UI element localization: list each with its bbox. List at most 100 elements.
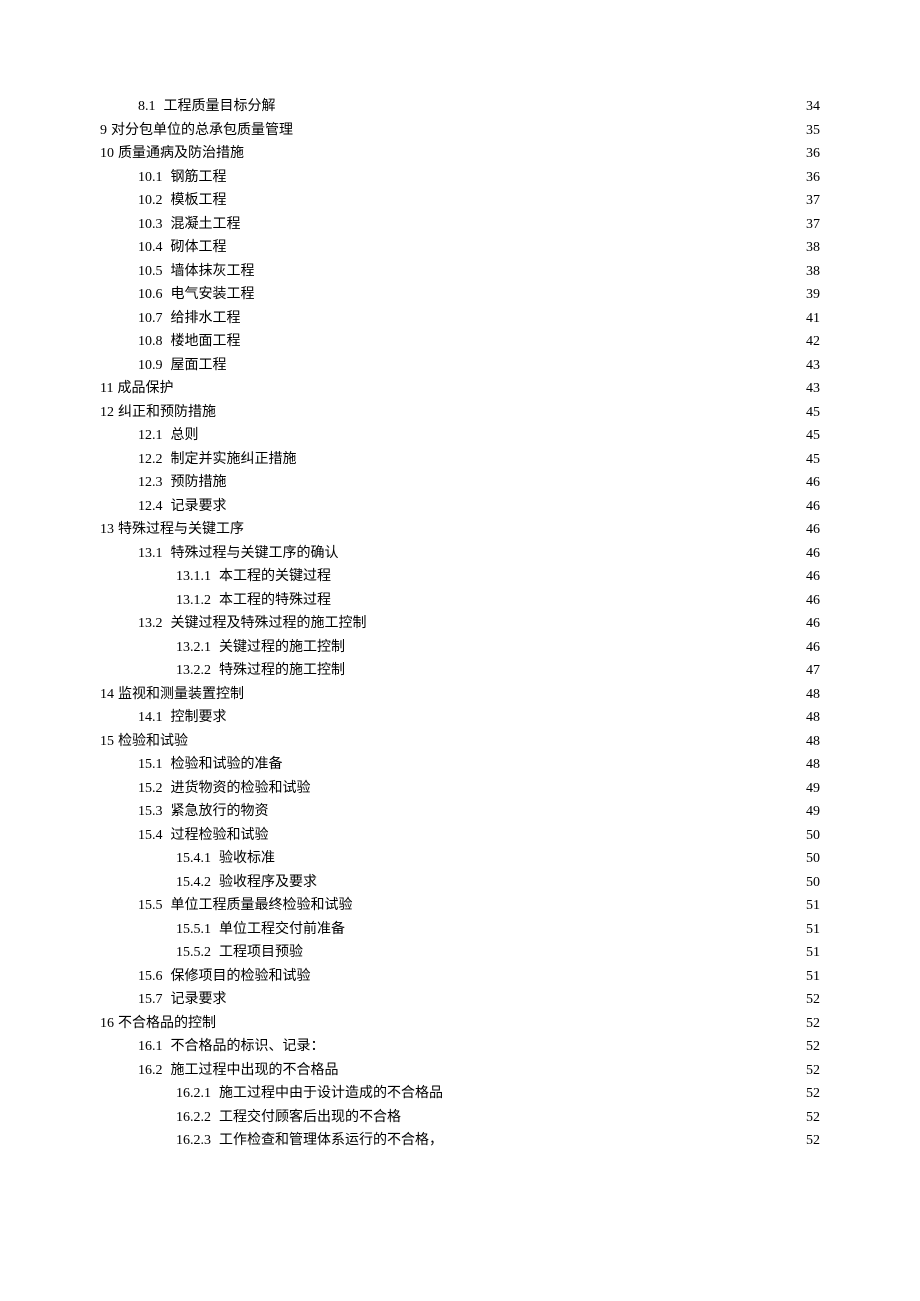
toc-entry-number: 10.4 bbox=[138, 236, 171, 260]
toc-entry-number: 10.1 bbox=[138, 166, 171, 190]
toc-entry-page: 45 bbox=[796, 401, 820, 425]
toc-entry-page: 52 bbox=[796, 1012, 820, 1036]
toc-entry-page: 51 bbox=[796, 918, 820, 942]
toc-entry-title: 纠正和预防措施 bbox=[118, 401, 216, 425]
toc-entry-title: 对分包单位的总承包质量管理 bbox=[111, 119, 293, 143]
toc-entry-number: 12.4 bbox=[138, 495, 171, 519]
toc-entry: 13.2.2特殊过程的施工控制47 bbox=[100, 659, 820, 683]
toc-entry-number: 11 bbox=[100, 377, 117, 401]
toc-entry-title: 墙体抹灰工程 bbox=[171, 260, 255, 284]
toc-entry: 13.2关键过程及特殊过程的施工控制 46 bbox=[100, 612, 820, 636]
toc-entry: 16.2.3工作检查和管理体系运行的不合格，52 bbox=[100, 1129, 820, 1153]
toc-entry-title: 预防措施 bbox=[171, 471, 227, 495]
toc-entry-number: 13 bbox=[100, 518, 118, 542]
toc-entry-title: 验收标准 bbox=[219, 847, 275, 871]
toc-entry-number: 15.5 bbox=[138, 894, 171, 918]
toc-entry-title: 关键过程的施工控制 bbox=[219, 636, 345, 660]
toc-entry-page: 49 bbox=[796, 800, 820, 824]
toc-entry: 10.5墙体抹灰工程38 bbox=[100, 260, 820, 284]
toc-entry-title: 楼地面工程 bbox=[171, 330, 241, 354]
toc-entry-number: 12.3 bbox=[138, 471, 171, 495]
toc-entry-title: 模板工程 bbox=[171, 189, 227, 213]
toc-entry: 15.6保修项目的检验和试验51 bbox=[100, 965, 820, 989]
toc-entry-title: 控制要求 bbox=[171, 706, 227, 730]
toc-entry-page: 52 bbox=[796, 1035, 820, 1059]
toc-entry: 10.7给排水工程41 bbox=[100, 307, 820, 331]
toc-entry: 16.2.2工程交付顾客后出现的不合格52 bbox=[100, 1106, 820, 1130]
toc-entry-title: 过程检验和试验 bbox=[171, 824, 269, 848]
toc-entry-page: 37 bbox=[796, 189, 820, 213]
toc-entry-number: 10.6 bbox=[138, 283, 171, 307]
toc-entry-number: 14 bbox=[100, 683, 118, 707]
toc-entry-number: 13.1.2 bbox=[176, 589, 219, 613]
toc-entry-number: 15.3 bbox=[138, 800, 171, 824]
toc-entry-page: 39 bbox=[796, 283, 820, 307]
toc-entry: 14.1控制要求48 bbox=[100, 706, 820, 730]
toc-entry-page: 50 bbox=[796, 871, 820, 895]
toc-entry-title: 单位工程质量最终检验和试验 bbox=[171, 894, 353, 918]
toc-entry-number: 8.1 bbox=[138, 95, 164, 119]
toc-entry-number: 10.9 bbox=[138, 354, 171, 378]
toc-entry: 13.1.1本工程的关键过程46 bbox=[100, 565, 820, 589]
toc-entry-page: 47 bbox=[796, 659, 820, 683]
toc-entry-number: 13.2 bbox=[138, 612, 171, 636]
toc-entry: 12.2制定并实施纠正措施45 bbox=[100, 448, 820, 472]
toc-entry-page: 46 bbox=[796, 612, 820, 636]
toc-entry: 12.3预防措施46 bbox=[100, 471, 820, 495]
toc-entry-number: 10.2 bbox=[138, 189, 171, 213]
toc-entry-number: 12.1 bbox=[138, 424, 171, 448]
toc-entry-title: 记录要求 bbox=[171, 988, 227, 1012]
toc-entry-page: 50 bbox=[796, 847, 820, 871]
toc-entry-number: 12.2 bbox=[138, 448, 171, 472]
toc-entry-number: 16.2.1 bbox=[176, 1082, 219, 1106]
toc-entry-title: 施工过程中出现的不合格品 bbox=[171, 1059, 339, 1083]
toc-entry-number: 15.4.2 bbox=[176, 871, 219, 895]
toc-entry: 15.3紧急放行的物资49 bbox=[100, 800, 820, 824]
toc-entry-number: 15.7 bbox=[138, 988, 171, 1012]
toc-entry-page: 43 bbox=[796, 354, 820, 378]
toc-entry: 10.9屋面工程43 bbox=[100, 354, 820, 378]
toc-entry: 15检验和试验48 bbox=[100, 730, 820, 754]
toc-entry-title: 钢筋工程 bbox=[171, 166, 227, 190]
toc-entry: 16不合格品的控制52 bbox=[100, 1012, 820, 1036]
toc-entry-number: 15.2 bbox=[138, 777, 171, 801]
toc-entry: 16.2施工过程中出现的不合格品52 bbox=[100, 1059, 820, 1083]
table-of-contents: 8.1工程质量目标分解349对分包单位的总承包质量管理3510质量通病及防治措施… bbox=[100, 95, 820, 1153]
toc-entry: 12.1总则45 bbox=[100, 424, 820, 448]
toc-entry: 15.5.1单位工程交付前准备 51 bbox=[100, 918, 820, 942]
toc-entry-page: 37 bbox=[796, 213, 820, 237]
toc-entry-title: 砌体工程 bbox=[171, 236, 227, 260]
toc-entry-title: 成品保护 bbox=[117, 377, 173, 401]
toc-entry-page: 48 bbox=[796, 683, 820, 707]
toc-entry-number: 10.3 bbox=[138, 213, 171, 237]
toc-entry-number: 9 bbox=[100, 119, 111, 143]
toc-entry-page: 49 bbox=[796, 777, 820, 801]
toc-entry-number: 15.5.1 bbox=[176, 918, 219, 942]
toc-entry-title: 关键过程及特殊过程的施工控制 bbox=[171, 612, 367, 636]
toc-entry-number: 13.1 bbox=[138, 542, 171, 566]
toc-entry-title: 混凝土工程 bbox=[171, 213, 241, 237]
toc-entry-page: 45 bbox=[796, 448, 820, 472]
toc-entry-number: 15.4 bbox=[138, 824, 171, 848]
toc-entry-number: 16 bbox=[100, 1012, 118, 1036]
toc-entry: 14监视和测量装置控制 48 bbox=[100, 683, 820, 707]
toc-entry-page: 41 bbox=[796, 307, 820, 331]
toc-entry: 12纠正和预防措施45 bbox=[100, 401, 820, 425]
toc-entry-number: 16.2.2 bbox=[176, 1106, 219, 1130]
toc-entry: 11成品保护43 bbox=[100, 377, 820, 401]
toc-entry: 13.2.1关键过程的施工控制46 bbox=[100, 636, 820, 660]
toc-entry-title: 单位工程交付前准备 bbox=[219, 918, 345, 942]
toc-entry-page: 48 bbox=[796, 730, 820, 754]
toc-entry-title: 检验和试验的准备 bbox=[171, 753, 283, 777]
toc-entry: 13.1特殊过程与关键工序的确认46 bbox=[100, 542, 820, 566]
toc-entry-number: 15.4.1 bbox=[176, 847, 219, 871]
toc-entry-page: 42 bbox=[796, 330, 820, 354]
toc-entry: 12.4记录要求46 bbox=[100, 495, 820, 519]
toc-entry-title: 工程质量目标分解 bbox=[164, 95, 276, 119]
toc-entry-page: 46 bbox=[796, 636, 820, 660]
toc-entry-title: 监视和测量装置控制 bbox=[118, 683, 244, 707]
toc-entry: 10质量通病及防治措施36 bbox=[100, 142, 820, 166]
toc-entry-number: 15 bbox=[100, 730, 118, 754]
toc-entry: 15.4.2验收程序及要求50 bbox=[100, 871, 820, 895]
toc-entry-page: 50 bbox=[796, 824, 820, 848]
